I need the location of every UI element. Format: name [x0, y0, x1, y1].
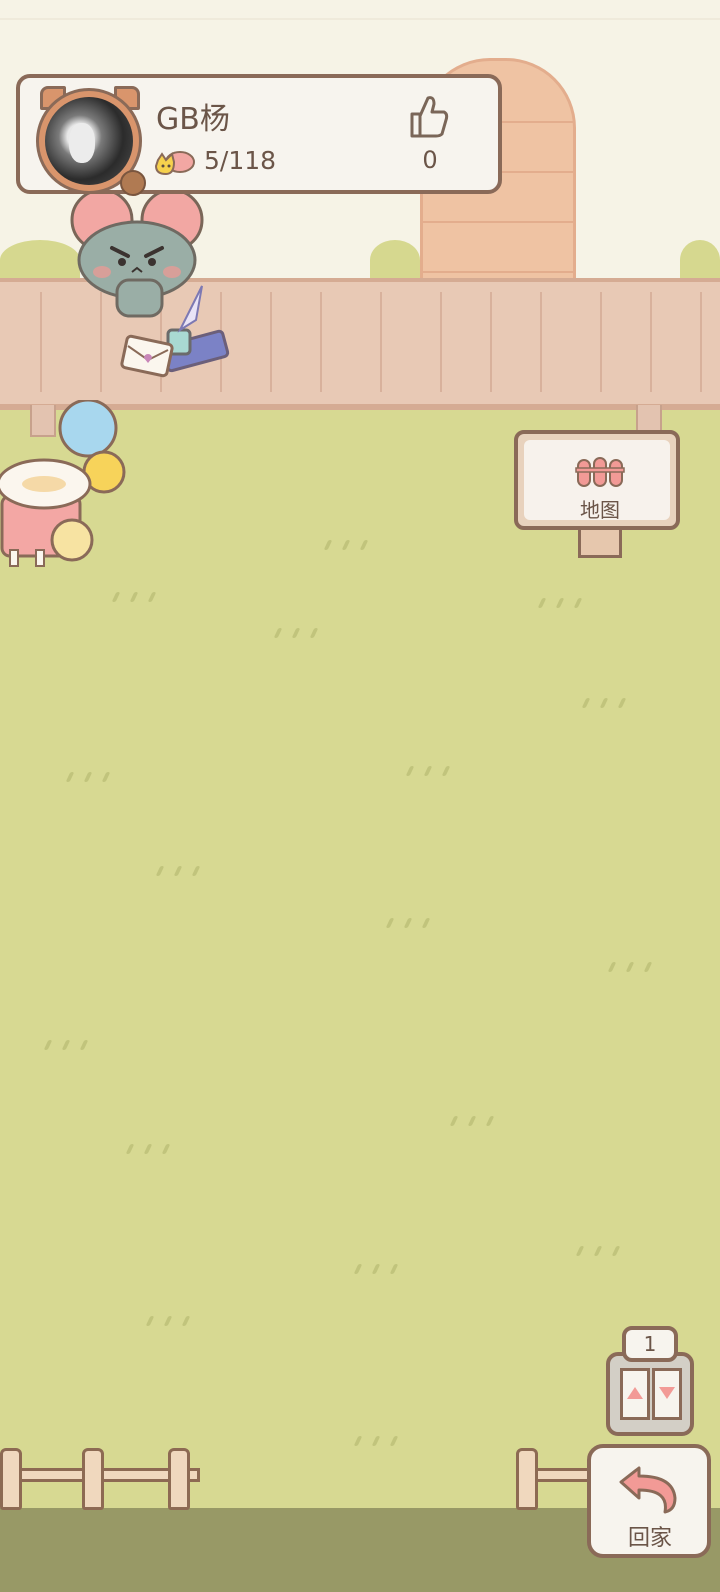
grass-tuft — [43, 1040, 106, 1054]
elevator-button[interactable] — [606, 1352, 694, 1436]
home-label: 回家 — [627, 1526, 672, 1551]
bush — [680, 240, 720, 280]
fence-map-icon — [575, 457, 625, 487]
grass-tuft — [581, 698, 644, 712]
grass-tuft — [537, 598, 600, 612]
grass-tuft — [385, 918, 448, 932]
bush — [370, 240, 420, 280]
username: GB杨 — [156, 102, 230, 137]
up-arrow-icon[interactable] — [626, 1386, 644, 1400]
grass-tuft — [155, 866, 218, 880]
cake-bowl[interactable] — [0, 400, 140, 575]
grass-tuft — [353, 1436, 416, 1450]
collection-count: 5/118 — [204, 146, 277, 175]
thumbs-up-icon[interactable] — [406, 92, 450, 140]
mouse-cat-icon — [154, 151, 195, 176]
grass-tuft — [273, 628, 336, 642]
fence-post — [168, 1448, 190, 1510]
grass-tuft — [65, 772, 128, 786]
like-count: 0 — [422, 146, 438, 174]
fence-post — [516, 1448, 538, 1510]
grass-tuft — [405, 766, 468, 780]
grass-tuft — [111, 592, 174, 606]
grass-tuft — [449, 1116, 512, 1130]
grass-tuft — [145, 1316, 208, 1330]
down-arrow-icon[interactable] — [658, 1386, 676, 1400]
fence-post — [82, 1448, 104, 1510]
grass-tuft — [353, 1264, 416, 1278]
sky-line — [0, 18, 720, 20]
map-label: 地图 — [580, 498, 620, 522]
avatar[interactable] — [45, 97, 133, 185]
grass-tuft — [575, 1246, 638, 1260]
return-arrow-icon — [619, 1466, 677, 1514]
fence-post — [0, 1448, 22, 1510]
avatar-frame-tail — [120, 170, 146, 196]
grass-tuft — [125, 1144, 188, 1158]
grass-tuft — [323, 540, 386, 554]
floor-number: 1 — [622, 1326, 678, 1362]
grass-tuft — [607, 962, 670, 976]
desk-items[interactable] — [120, 280, 240, 390]
